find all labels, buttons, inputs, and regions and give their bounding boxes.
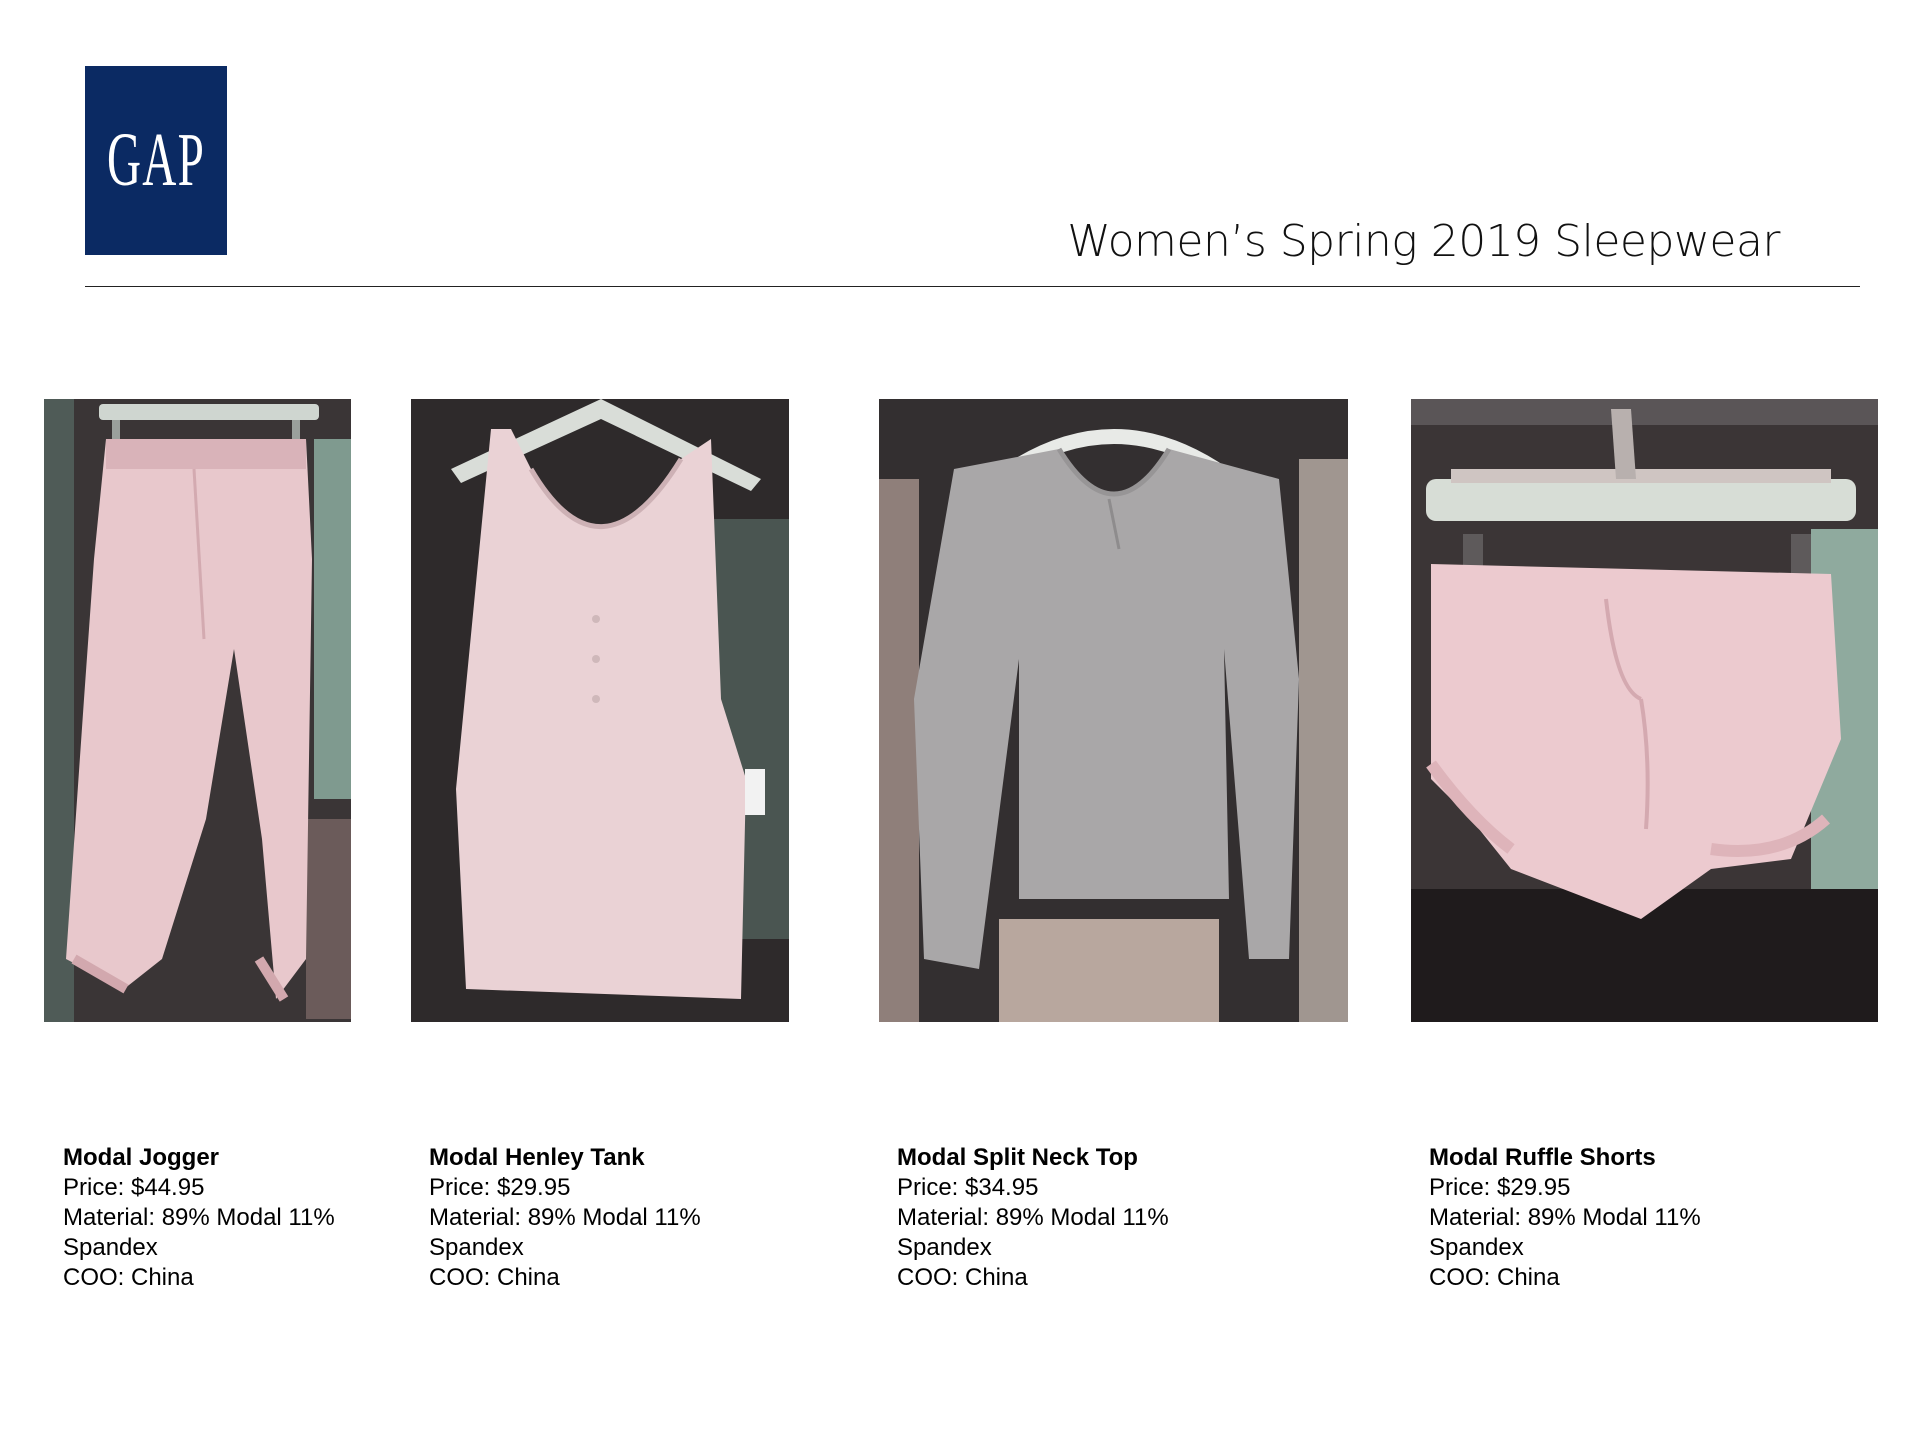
product-price: Price: $34.95 [897, 1174, 1039, 1201]
product-name: Modal Ruffle Shorts [1429, 1144, 1656, 1171]
product-photo-henley-tank [411, 399, 789, 1022]
product-price: Price: $29.95 [1429, 1174, 1571, 1201]
product-info-henley-tank: Modal Henley Tank Price: $29.95 Material… [429, 1143, 701, 1293]
product-coo: COO: China [63, 1264, 194, 1291]
product-material-cont: Spandex [63, 1234, 158, 1261]
product-material-cont: Spandex [429, 1234, 524, 1261]
product-info-split-neck-top: Modal Split Neck Top Price: $34.95 Mater… [897, 1143, 1169, 1293]
product-photo-split-neck-top [879, 399, 1348, 1022]
product-price: Price: $29.95 [429, 1174, 571, 1201]
product-material: Material: 89% Modal 11% [1429, 1204, 1701, 1231]
product-coo: COO: China [1429, 1264, 1560, 1291]
product-info-jogger: Modal Jogger Price: $44.95 Material: 89%… [63, 1143, 335, 1293]
product-info-ruffle-shorts: Modal Ruffle Shorts Price: $29.95 Materi… [1429, 1143, 1701, 1293]
product-name: Modal Henley Tank [429, 1144, 645, 1171]
header-divider [85, 286, 1860, 287]
page-title: Women’s Spring 2019 Sleepwear [1067, 216, 1780, 267]
product-coo: COO: China [897, 1264, 1028, 1291]
product-material: Material: 89% Modal 11% [429, 1204, 701, 1231]
product-material: Material: 89% Modal 11% [897, 1204, 1169, 1231]
product-name: Modal Split Neck Top [897, 1144, 1138, 1171]
product-photo-jogger [44, 399, 351, 1022]
gap-logo: GAP [85, 66, 227, 255]
product-photo-ruffle-shorts [1411, 399, 1878, 1022]
product-coo: COO: China [429, 1264, 560, 1291]
product-material: Material: 89% Modal 11% [63, 1204, 335, 1231]
logo-text: GAP [107, 118, 206, 202]
product-material-cont: Spandex [897, 1234, 992, 1261]
product-price: Price: $44.95 [63, 1174, 205, 1201]
product-material-cont: Spandex [1429, 1234, 1524, 1261]
product-name: Modal Jogger [63, 1144, 220, 1171]
